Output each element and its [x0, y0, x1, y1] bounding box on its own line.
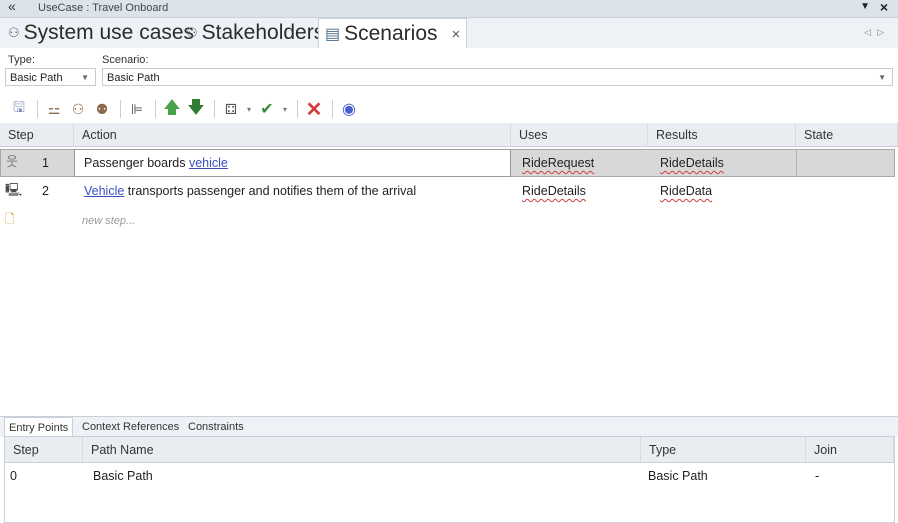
toolbar-separator [120, 100, 121, 118]
column-header-join[interactable]: Join [806, 437, 894, 463]
results-value: RideDetails [660, 156, 724, 170]
step-number: 2 [42, 184, 49, 198]
scenario-select[interactable]: Basic Path ▼ [102, 68, 893, 86]
action-text-part: Passenger boards [84, 156, 189, 170]
actor-icon[interactable]: ⚇ [67, 98, 89, 120]
window-menu-dropdown-icon[interactable]: ▼ [860, 1, 870, 12]
view-tabs: ⚇ System use cases ⚇ Stakeholders ▤ Scen… [0, 18, 898, 49]
toolbar-separator [214, 100, 215, 118]
generate-structure-icon[interactable]: ⚍ [43, 98, 65, 120]
uses-value: RideRequest [522, 156, 595, 170]
collapse-chevron-icon[interactable]: « [8, 0, 16, 14]
entry-path-name[interactable]: Basic Path [93, 463, 153, 489]
validate-icon[interactable]: ✔ [256, 98, 278, 120]
results-value: RideData [660, 184, 713, 198]
scenario-toolbar: 🖫 ⚍ ⚇ ⚉ ⊫ 🡅 🡇 ⚃ ▾ ✔ ▾ ✕ ◉ [0, 96, 898, 122]
toolbar-separator [37, 100, 38, 118]
toolbar-separator [332, 100, 333, 118]
action-text: Passenger boards vehicle [84, 150, 228, 176]
window-title: UseCase : Travel Onboard [38, 2, 169, 14]
actor-pair-icon: ⚇ [8, 25, 20, 40]
tab-label: System use cases [23, 21, 195, 44]
help-icon[interactable]: ◉ [338, 98, 360, 120]
delete-icon[interactable]: ✕ [303, 98, 325, 121]
close-window-icon[interactable]: × [880, 0, 888, 15]
tab-scenarios[interactable]: ▤ Scenarios × [318, 18, 468, 49]
diagram-icon[interactable]: ⚃ [220, 98, 242, 120]
step-number: 1 [42, 156, 49, 170]
type-label: Type: [8, 54, 35, 66]
action-text[interactable]: Vehicle transports passenger and notifie… [84, 178, 416, 204]
column-header-uses[interactable]: Uses [511, 123, 648, 147]
actor-pair-icon: ⚇ [186, 25, 198, 40]
entry-step: 0 [10, 469, 17, 483]
tab-constraints[interactable]: Constraints [184, 417, 248, 437]
move-up-icon[interactable]: 🡅 [161, 98, 183, 120]
tab-label: Stakeholders [201, 21, 325, 44]
tab-label: Scenarios [344, 22, 438, 45]
list-view-icon: ▤ [325, 26, 341, 43]
column-header-step[interactable]: Step [5, 437, 83, 463]
system-icon[interactable]: ⚉ [91, 98, 113, 120]
column-header-path-name[interactable]: Path Name [83, 437, 641, 463]
type-value: Basic Path [10, 72, 63, 84]
bottom-tabs: Entry Points Context References Constrai… [0, 416, 898, 438]
hierarchy-icon[interactable]: ⊫ [126, 98, 148, 120]
entry-type: Basic Path [648, 469, 708, 483]
tab-stakeholders[interactable]: ⚇ Stakeholders [186, 18, 324, 48]
tab-context-references[interactable]: Context References [78, 417, 183, 437]
title-bar: « UseCase : Travel Onboard ▼ × [0, 0, 898, 18]
uses-value: RideDetails [522, 184, 586, 198]
entry-join: - [815, 469, 820, 483]
column-header-results[interactable]: Results [648, 123, 796, 147]
action-link[interactable]: Vehicle [84, 184, 124, 198]
column-header-type[interactable]: Type [641, 437, 806, 463]
chevron-down-icon[interactable]: ▾ [244, 98, 254, 120]
chevron-down-icon: ▼ [878, 73, 886, 82]
type-select[interactable]: Basic Path ▼ [5, 68, 96, 86]
close-tab-icon[interactable]: × [452, 26, 461, 43]
move-down-icon[interactable]: 🡇 [185, 98, 207, 120]
tab-entry-points[interactable]: Entry Points [4, 417, 74, 438]
chevron-down-icon: ▼ [81, 73, 89, 82]
new-step-placeholder[interactable]: new step... [82, 208, 135, 234]
toolbar-separator [155, 100, 156, 118]
actor-icon: 웃 [6, 154, 18, 169]
tab-system-use-cases[interactable]: ⚇ System use cases [8, 18, 194, 48]
scenario-label: Scenario: [102, 54, 149, 66]
save-icon[interactable]: 🖫 [8, 98, 30, 120]
column-header-action[interactable]: Action [74, 123, 511, 147]
column-header-state[interactable]: State [796, 123, 898, 147]
chevron-down-icon[interactable]: ▾ [280, 98, 290, 120]
scenario-value: Basic Path [107, 72, 160, 84]
action-link[interactable]: vehicle [189, 156, 228, 170]
tab-scroll-arrows-icon[interactable]: ◁▷ [864, 27, 890, 38]
new-step-icon: 🗋 [5, 212, 15, 226]
column-divider [796, 150, 797, 176]
toolbar-separator [297, 100, 298, 118]
action-text-part: transports passenger and notifies them o… [124, 184, 417, 198]
column-header-step[interactable]: Step [0, 123, 74, 147]
system-icon: 🖳 [5, 182, 23, 197]
